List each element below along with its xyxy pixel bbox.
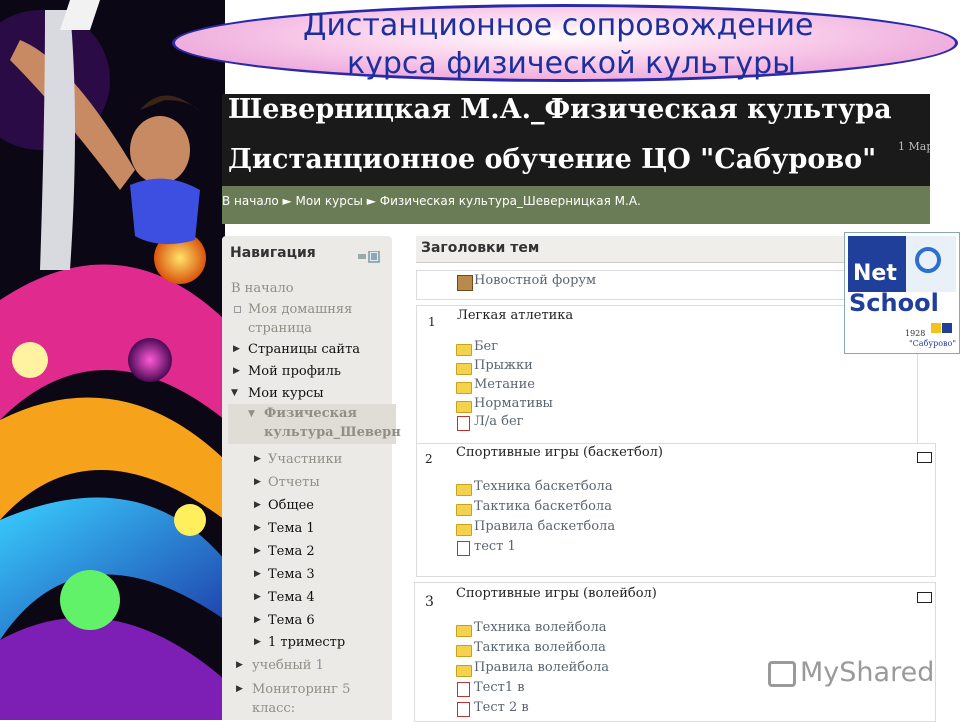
nav-item-my-profile[interactable]: Мой профиль (248, 364, 341, 379)
nav-item-course-l2[interactable]: культура_Шеверн (264, 425, 401, 440)
section-number: 1 (428, 315, 436, 329)
quiz-link[interactable]: Л/а бег (474, 414, 523, 429)
quiz-icon (457, 702, 470, 717)
nav-item-my-home-l2[interactable]: страница (248, 321, 312, 336)
expand-arrow-icon[interactable]: ▶ (236, 660, 243, 670)
section-number: 3 (425, 594, 434, 610)
quiz-link[interactable]: Тест1 в (474, 680, 525, 695)
nav-item-my-home-l1[interactable]: Моя домашняя (248, 302, 352, 317)
expand-arrow-icon[interactable]: ▶ (254, 546, 261, 556)
expand-arrow-icon[interactable]: ▶ (254, 569, 261, 579)
watermark: MyShared (768, 657, 934, 688)
expand-arrow-icon[interactable]: ▶ (233, 344, 240, 354)
folder-icon (456, 524, 472, 536)
section-title: Спортивные игры (волейбол) (456, 586, 657, 601)
breadcrumb[interactable]: В начало ► Мои курсы ► Физическая культу… (222, 194, 641, 208)
nav-item-monitoring-l2[interactable]: класс: (252, 701, 295, 716)
expand-arrow-icon[interactable]: ▶ (254, 592, 261, 602)
resource-link[interactable]: Тактика баскетбола (474, 499, 612, 514)
section-title: Спортивные игры (баскетбол) (456, 445, 663, 460)
quiz-icon (457, 541, 470, 556)
quiz-link[interactable]: Тест 2 в (474, 700, 529, 715)
resource-link[interactable]: Техника баскетбола (474, 479, 613, 494)
decorative-artwork (0, 0, 225, 720)
nav-item-topic[interactable]: Тема 1 (268, 521, 315, 536)
bullet-icon (234, 306, 241, 313)
resource-link[interactable]: Прыжки (474, 358, 533, 373)
forum-icon (457, 275, 473, 291)
quiz-icon (457, 416, 470, 431)
slide-title-line2: курса физической культуры (347, 46, 796, 81)
expand-arrow-icon[interactable]: ▶ (254, 637, 261, 647)
nav-item-reports[interactable]: Отчеты (268, 475, 320, 490)
header-right-fragment: 1 Мар (898, 140, 930, 153)
nav-item-home[interactable]: В начало (231, 281, 294, 296)
resource-link[interactable]: Нормативы (474, 396, 553, 411)
expand-arrow-icon[interactable]: ▶ (254, 500, 261, 510)
folder-icon (456, 645, 472, 657)
site-header: Шеверницкая М.А._Физическая культура Дис… (222, 94, 930, 186)
folder-icon (456, 665, 472, 677)
nav-item-general[interactable]: Общее (268, 498, 314, 513)
section-checkbox[interactable] (917, 452, 932, 463)
folder-icon (456, 363, 472, 375)
nav-item-topic[interactable]: Тема 6 (268, 613, 315, 628)
collapse-arrow-icon[interactable]: ▼ (231, 388, 238, 398)
nav-item-participants[interactable]: Участники (268, 452, 342, 467)
resource-link[interactable]: Бег (474, 339, 498, 354)
browser-icon (915, 247, 941, 273)
folder-icon (456, 484, 472, 496)
site-title: Дистанционное обучение ЦО "Сабурово" (228, 144, 877, 175)
folder-icon (456, 504, 472, 516)
expand-arrow-icon[interactable]: ▶ (254, 477, 261, 487)
course-title: Шеверницкая М.А._Физическая культура (228, 94, 892, 125)
quiz-link[interactable]: тест 1 (474, 539, 516, 554)
resource-link[interactable]: Тактика волейбола (474, 640, 606, 655)
nav-item-monitoring-l1[interactable]: Мониторинг 5 (252, 682, 350, 697)
nav-item-my-courses[interactable]: Мои курсы (248, 386, 324, 401)
netschool-logo: Net School 1928 "Сабурово" (844, 232, 960, 354)
collapse-arrow-icon[interactable]: ▼ (248, 409, 255, 419)
breadcrumb-bar: В начало ► Мои курсы ► Физическая культу… (222, 186, 930, 224)
slide-title-line1: Дистанционное сопровождение (303, 8, 814, 43)
nav-item-topic[interactable]: Тема 2 (268, 544, 315, 559)
nav-item-academic[interactable]: учебный 1 (252, 658, 324, 673)
logo-year: 1928 (905, 329, 926, 338)
topics-header: Заголовки тем (421, 240, 540, 256)
nav-item-topic[interactable]: Тема 4 (268, 590, 315, 605)
logo-square (942, 323, 952, 333)
folder-icon (456, 382, 472, 394)
section-title: Легкая атлетика (457, 308, 574, 323)
expand-arrow-icon[interactable]: ▶ (233, 366, 240, 376)
watermark-icon (768, 660, 796, 687)
expand-arrow-icon[interactable]: ▶ (254, 454, 261, 464)
folder-icon (456, 344, 472, 356)
resource-link[interactable]: Техника волейбола (474, 620, 606, 635)
resource-link[interactable]: Метание (474, 377, 535, 392)
section-checkbox[interactable] (917, 592, 932, 603)
resource-link[interactable]: Правила баскетбола (474, 519, 615, 534)
logo-square (931, 323, 941, 333)
expand-arrow-icon[interactable]: ▶ (254, 523, 261, 533)
logo-school-text: School (849, 289, 939, 317)
quiz-icon (457, 682, 470, 697)
expand-arrow-icon[interactable]: ▶ (236, 684, 243, 694)
forum-link[interactable]: Новостной форум (474, 273, 596, 288)
nav-item-trimester[interactable]: 1 триместр (268, 635, 345, 650)
folder-icon (456, 401, 472, 413)
block-controls-icon[interactable] (358, 248, 380, 263)
folder-icon (456, 625, 472, 637)
logo-name: "Сабурово" (909, 339, 957, 348)
section-number: 2 (425, 452, 433, 466)
resource-link[interactable]: Правила волейбола (474, 660, 609, 675)
logo-net-text: Net (853, 261, 897, 286)
watermark-text: MyShared (800, 657, 935, 688)
navigation-title: Навигация (230, 245, 316, 261)
nav-item-course-l1[interactable]: Физическая (264, 406, 357, 421)
nav-item-topic[interactable]: Тема 3 (268, 567, 315, 582)
nav-item-site-pages[interactable]: Страницы сайта (248, 342, 360, 357)
expand-arrow-icon[interactable]: ▶ (254, 615, 261, 625)
